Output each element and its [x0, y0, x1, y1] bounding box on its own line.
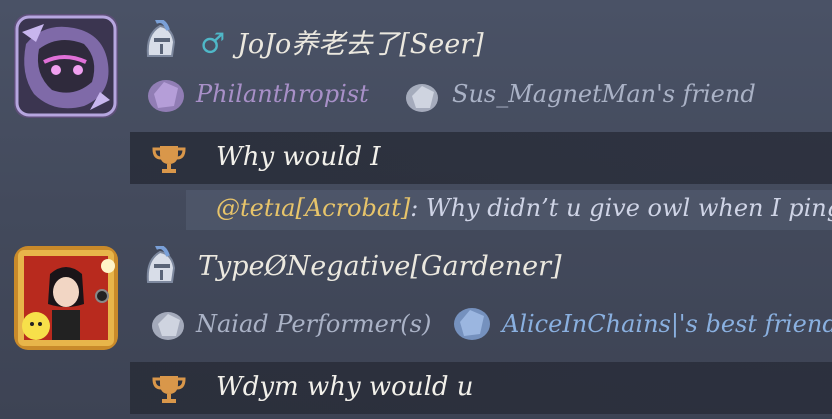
- purple-quartz-icon: [148, 80, 184, 112]
- badge-label: Naiad Performer(s): [196, 310, 432, 338]
- username[interactable]: ♂ JoJo养老去了[Seer]: [200, 22, 484, 61]
- trophy-icon: [152, 146, 186, 173]
- message-text: Wdym why would u: [216, 372, 474, 402]
- username[interactable]: TypeØNegative[Gardener]: [198, 251, 562, 282]
- username-text: TypeØNegative[Gardener]: [198, 251, 562, 282]
- user-avatar[interactable]: [14, 246, 118, 350]
- white-quartz-icon: [406, 84, 438, 112]
- knight-helmet-icon: [146, 20, 176, 57]
- blue-quartz-icon: [454, 308, 490, 340]
- user-avatar[interactable]: [14, 14, 118, 118]
- mention-link[interactable]: @tetıa[Acrobat]: [216, 194, 410, 222]
- badge-label: Philanthropist: [196, 80, 369, 108]
- male-gender-icon: ♂: [200, 27, 226, 60]
- message-text: Why would I: [216, 142, 381, 172]
- badge-label: Sus_MagnetMan's friend: [452, 80, 756, 108]
- white-quartz-icon: [152, 312, 184, 340]
- badge-label: AliceInChains|'s best friend: [502, 310, 832, 338]
- reply-text: : Why didn’t u give owl when I ping: [410, 194, 832, 222]
- knight-helmet-icon: [146, 246, 176, 283]
- username-text: JoJo养老去了[Seer]: [237, 29, 484, 60]
- trophy-icon: [152, 376, 186, 403]
- reply-quote-text: @tetıa[Acrobat]: Why didn’t u give owl w…: [216, 194, 832, 222]
